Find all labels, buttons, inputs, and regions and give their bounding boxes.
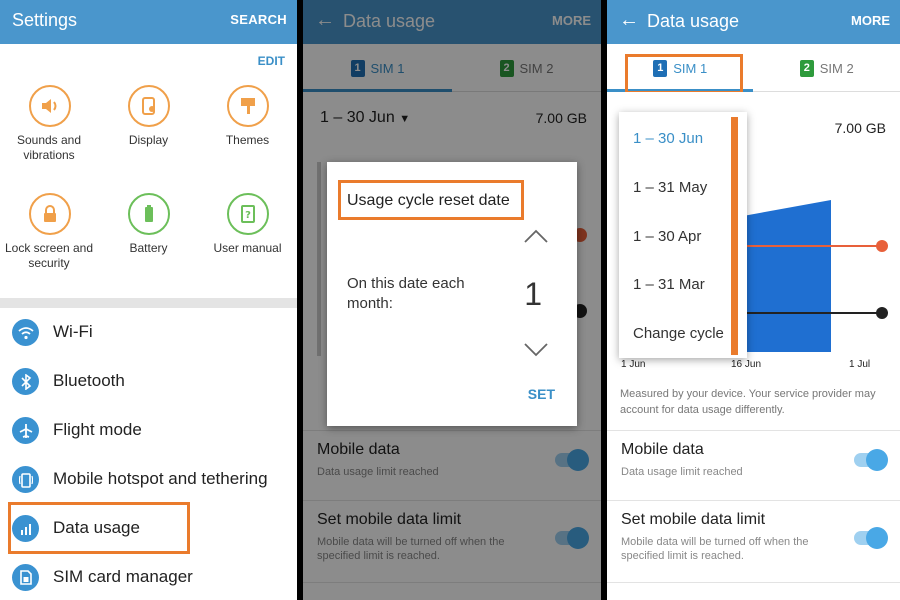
dropdown-item-change-cycle[interactable]: Change cycle	[633, 325, 724, 342]
dialog-text: On this date each month:	[347, 275, 465, 312]
toggle-knob	[866, 527, 888, 549]
user-manual-icon: ?	[226, 193, 269, 235]
mobile-data-toggle[interactable]	[854, 449, 888, 471]
search-button[interactable]: SEARCH	[230, 12, 287, 27]
highlight-data-usage	[8, 502, 190, 554]
page-title: Settings	[12, 10, 78, 30]
display-icon	[127, 85, 170, 127]
dropdown-item-jun[interactable]: 1 – 30 Jun	[633, 130, 703, 147]
edit-button[interactable]: EDIT	[258, 54, 285, 68]
tab-label: SIM 2	[819, 60, 854, 76]
app-bar: ← Data usage MORE	[607, 0, 900, 44]
dropdown-scrollbar[interactable]	[731, 117, 738, 355]
chevron-down-icon[interactable]	[523, 336, 549, 362]
tile-user-manual[interactable]: ? User manual	[198, 193, 297, 256]
warning-handle[interactable]	[876, 240, 888, 252]
setting-title: Set mobile data limit	[621, 511, 766, 528]
tile-lock-screen[interactable]: Lock screen and security	[0, 193, 99, 271]
tile-label: User manual	[213, 241, 282, 255]
settings-header: Settings SEARCH	[0, 0, 297, 44]
data-limit-toggle[interactable]	[854, 527, 888, 549]
tab-sim2[interactable]: 2 SIM 2	[754, 44, 900, 92]
list-item-sim-manager[interactable]: SIM card manager	[0, 553, 297, 600]
list-item-label: SIM card manager	[53, 567, 193, 586]
list-item-label: Bluetooth	[53, 371, 125, 390]
total-usage: 7.00 GB	[834, 120, 886, 136]
lock-icon	[28, 193, 71, 235]
tile-label: Lock screen and security	[4, 241, 94, 270]
data-usage-screen-dialog: ← Data usage MORE 1 SIM 1 2 SIM 2 1 – 30…	[303, 0, 601, 600]
limit-handle[interactable]	[876, 307, 888, 319]
setting-subtitle: Data usage limit reached	[621, 466, 743, 478]
axis-label: 16 Jun	[731, 359, 762, 370]
list-item-hotspot[interactable]: Mobile hotspot and tethering	[0, 455, 297, 504]
tile-sounds[interactable]: Sounds and vibrations	[0, 85, 99, 163]
toggle-knob	[866, 449, 888, 471]
chevron-up-icon[interactable]	[523, 224, 549, 250]
section-divider	[0, 298, 297, 308]
setting-subtitle: Mobile data will be turned off when the …	[621, 536, 809, 562]
tile-display[interactable]: Display	[99, 85, 198, 148]
airplane-icon	[12, 417, 39, 444]
sim-icon	[12, 564, 39, 591]
set-button[interactable]: SET	[528, 386, 555, 402]
dropdown-item-may[interactable]: 1 – 31 May	[633, 179, 707, 196]
speaker-icon	[28, 85, 71, 127]
list-item-flight-mode[interactable]: Flight mode	[0, 406, 297, 455]
list-item-wifi[interactable]: Wi-Fi	[0, 308, 297, 357]
list-item-label: Wi-Fi	[53, 322, 93, 341]
tile-label: Battery	[129, 241, 168, 255]
day-picker-value[interactable]: 1	[524, 276, 542, 313]
axis-label: 1 Jul	[849, 359, 871, 370]
tile-battery[interactable]: Battery	[99, 193, 198, 256]
wifi-icon	[12, 319, 39, 346]
tile-label: Display	[128, 133, 169, 147]
settings-screen: Settings SEARCH EDIT Sounds and vibratio…	[0, 0, 297, 600]
sim2-badge-icon: 2	[799, 59, 814, 77]
list-item-label: Flight mode	[53, 420, 142, 439]
tile-label: Sounds and vibrations	[16, 133, 82, 162]
highlight-dialog-title	[338, 180, 524, 220]
page-title: Data usage	[647, 11, 740, 31]
battery-icon	[127, 193, 170, 235]
measurement-note: Measured by your device. Your service pr…	[620, 388, 876, 416]
tile-themes[interactable]: Themes	[198, 85, 297, 148]
data-limit-setting[interactable]: Set mobile data limit Mobile data will b…	[607, 500, 900, 582]
axis-label: 1 Jun	[621, 359, 646, 370]
dropdown-item-apr[interactable]: 1 – 30 Apr	[633, 228, 701, 245]
dropdown-item-mar[interactable]: 1 – 31 Mar	[633, 276, 705, 293]
highlight-sim1-tab	[625, 54, 743, 94]
themes-icon	[226, 85, 269, 127]
tile-label: Themes	[225, 133, 270, 147]
list-item-label: Mobile hotspot and tethering	[53, 469, 268, 488]
back-arrow-icon[interactable]: ←	[619, 9, 639, 32]
more-button[interactable]: MORE	[851, 13, 890, 28]
data-usage-screen-dropdown: ← Data usage MORE 1 SIM 1 2 SIM 2 7.00 G…	[607, 0, 900, 600]
list-item[interactable]	[607, 582, 900, 600]
mobile-data-setting[interactable]: Mobile data Data usage limit reached	[607, 430, 900, 500]
list-item-bluetooth[interactable]: Bluetooth	[0, 357, 297, 406]
cycle-dropdown-menu: 1 – 30 Jun 1 – 31 May 1 – 30 Apr 1 – 31 …	[619, 112, 747, 358]
hotspot-icon	[12, 466, 39, 493]
svg-text:?: ?	[245, 210, 251, 221]
bluetooth-icon	[12, 368, 39, 395]
setting-title: Mobile data	[621, 441, 704, 458]
